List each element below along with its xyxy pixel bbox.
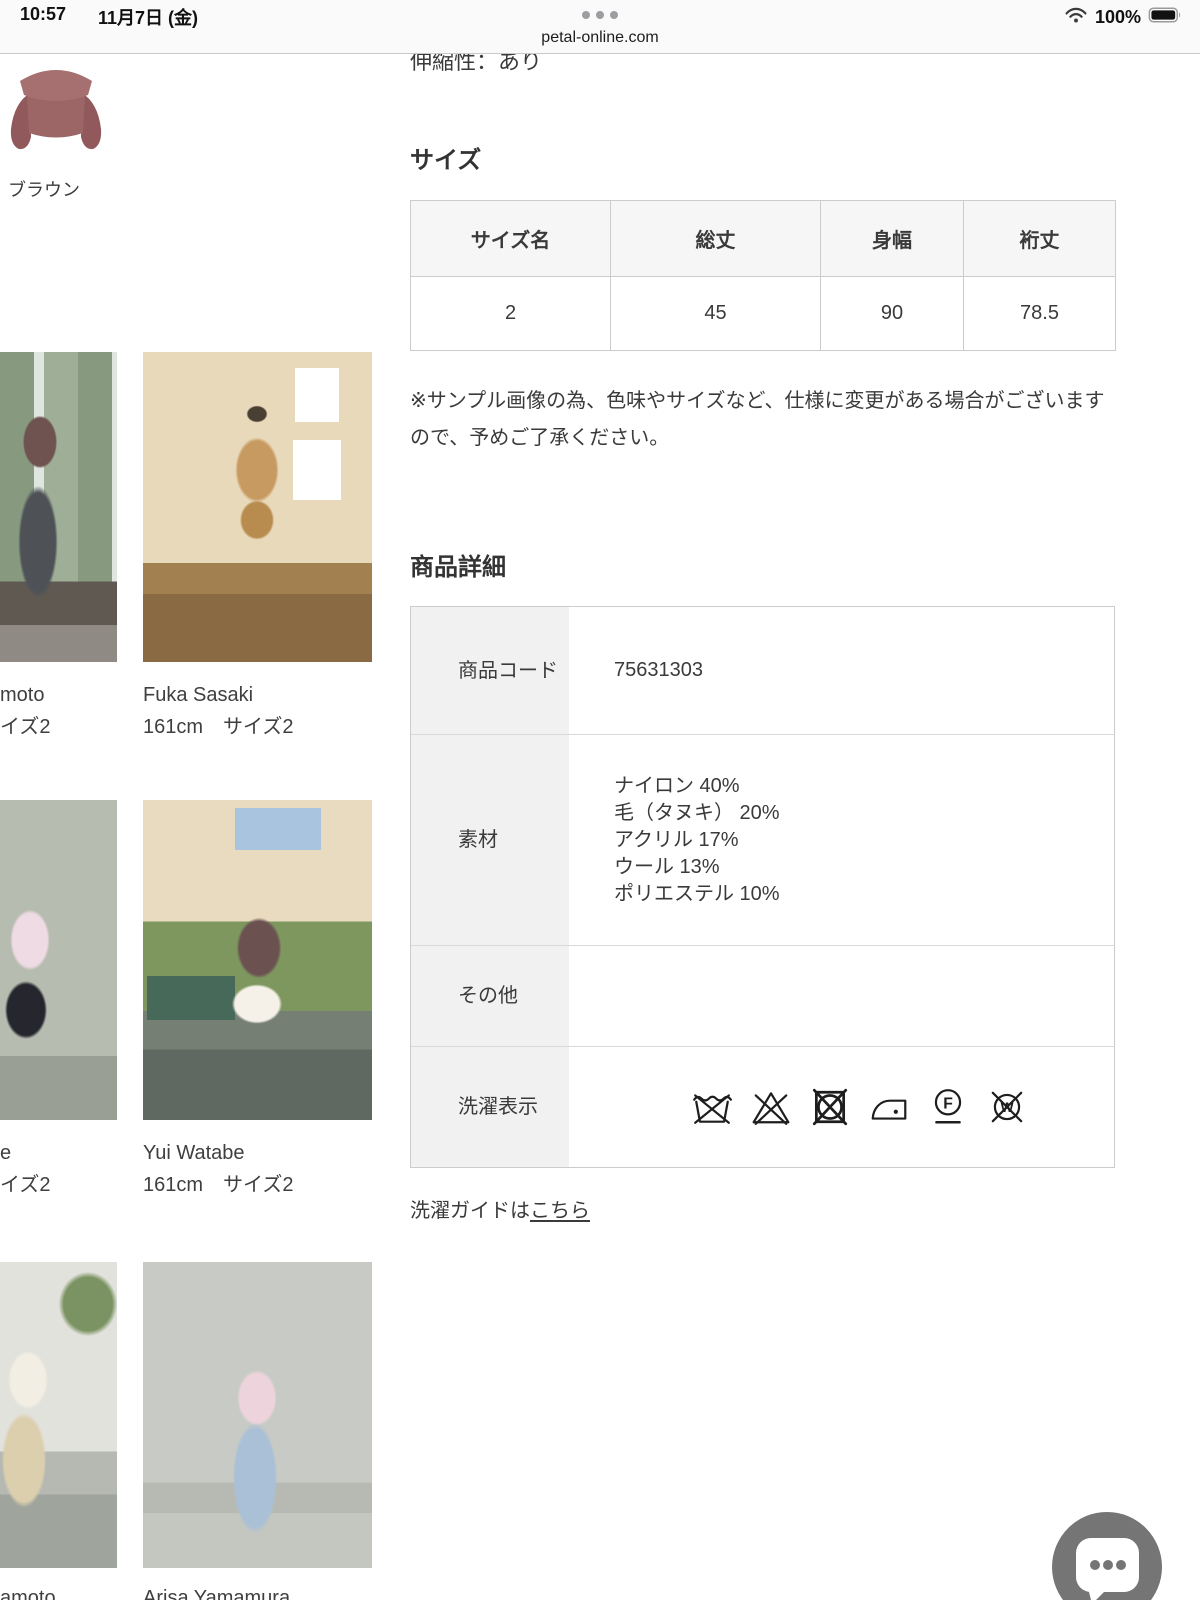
color-variant-thumbnail[interactable] xyxy=(0,57,112,161)
model-name: Yui Watabe xyxy=(143,1142,245,1164)
do-not-bleach-icon xyxy=(752,1092,789,1125)
model-photo[interactable] xyxy=(143,1262,372,1568)
size-value-name: 2 xyxy=(410,276,611,351)
model-size: 161cm サイズ2 xyxy=(143,716,294,738)
detail-label: 素材 xyxy=(411,735,569,945)
material-value: ナイロン 40% 毛（タヌキ） 20% アクリル 17% ウール 13% ポリエ… xyxy=(569,735,1114,945)
laundry-guide-prefix: 洗濯ガイドは xyxy=(410,1200,530,1222)
model-size-partial: イズ2 xyxy=(0,1174,51,1196)
battery-icon xyxy=(1148,6,1184,29)
color-swatch-label: ブラウン xyxy=(8,180,80,200)
chat-button[interactable] xyxy=(1052,1512,1162,1600)
brown-sweater-image xyxy=(10,70,102,150)
product-page: 伸縮性：あり 10:57 11月7日 (金) petal-online.com … xyxy=(0,0,1200,1600)
size-section-heading: サイズ xyxy=(410,147,482,174)
detail-row-material: 素材 ナイロン 40% 毛（タヌキ） 20% アクリル 17% ウール 13% … xyxy=(411,734,1114,945)
size-value-width: 90 xyxy=(820,276,964,351)
size-col-sleeve: 裄丈 xyxy=(963,200,1116,277)
detail-row-care-symbols: 洗濯表示 F W xyxy=(411,1046,1114,1167)
address-bar[interactable]: petal-online.com xyxy=(0,29,1200,47)
model-name-partial: moto xyxy=(0,684,45,706)
wifi-icon xyxy=(1064,5,1088,29)
laundry-guide-line: 洗濯ガイドはこちら xyxy=(410,1194,590,1223)
sample-disclaimer-note: ※サンプル画像の為、色味やサイズなど、仕様に変更がある場合がございますので、予め… xyxy=(410,390,1105,449)
product-code-value: 75631303 xyxy=(614,659,703,681)
detail-row-other: その他 xyxy=(411,945,1114,1046)
iron-low-heat-icon xyxy=(871,1099,906,1120)
material-line: ウール 13% xyxy=(614,855,720,878)
battery-percent: 100% xyxy=(1094,6,1141,27)
size-col-length: 総丈 xyxy=(610,200,821,277)
dry-clean-f-gentle-icon: F xyxy=(934,1089,961,1124)
material-line: 毛（タヌキ） 20% xyxy=(614,801,780,824)
model-size: 161cm サイズ2 xyxy=(143,1174,294,1196)
material-line: ナイロン 40% xyxy=(614,774,740,797)
model-name: Arisa Yamamura xyxy=(143,1587,291,1600)
care-symbols: F W xyxy=(569,1047,1114,1167)
size-table-header-row: サイズ名 総丈 身幅 裄丈 xyxy=(410,200,1116,277)
browser-chrome: 10:57 11月7日 (金) petal-online.com 100% xyxy=(0,0,1200,54)
do-not-wash-icon xyxy=(692,1094,732,1124)
detail-label: 商品コード xyxy=(411,607,569,734)
do-not-wet-clean-icon: W xyxy=(991,1091,1022,1123)
model-name: Fuka Sasaki xyxy=(143,684,254,706)
model-photo[interactable] xyxy=(143,800,372,1120)
detail-label: 洗濯表示 xyxy=(411,1047,569,1167)
model-photo[interactable] xyxy=(0,1262,117,1568)
size-table-value-row: 2 45 90 78.5 xyxy=(410,276,1116,351)
laundry-guide-link[interactable]: こちら xyxy=(530,1200,590,1222)
detail-label: その他 xyxy=(411,946,569,1046)
chat-bubble-icon xyxy=(1076,1538,1139,1600)
model-photo[interactable] xyxy=(0,352,117,662)
svg-text:F: F xyxy=(943,1096,953,1113)
material-line: ポリエステル 10% xyxy=(614,882,780,905)
other-value xyxy=(569,946,1114,1046)
product-detail-table: 商品コード 75631303 素材 ナイロン 40% 毛（タヌキ） 20% アク… xyxy=(410,606,1115,1168)
model-photo[interactable] xyxy=(0,800,117,1120)
material-line: アクリル 17% xyxy=(614,828,739,851)
model-name-partial: e xyxy=(0,1142,12,1164)
model-size-partial: イズ2 xyxy=(0,716,51,738)
do-not-tumble-dry-icon xyxy=(812,1088,847,1126)
detail-section-heading: 商品詳細 xyxy=(410,554,506,581)
model-name-partial: amoto xyxy=(0,1587,56,1600)
size-value-length: 45 xyxy=(610,276,821,351)
tab-overview-dots-icon[interactable] xyxy=(0,11,1200,19)
detail-row-product-code: 商品コード 75631303 xyxy=(411,607,1114,734)
model-photo[interactable] xyxy=(143,352,372,662)
size-col-width: 身幅 xyxy=(820,200,964,277)
size-col-name: サイズ名 xyxy=(410,200,611,277)
size-table: サイズ名 総丈 身幅 裄丈 2 45 90 78.5 xyxy=(410,200,1116,351)
size-value-sleeve: 78.5 xyxy=(963,276,1116,351)
